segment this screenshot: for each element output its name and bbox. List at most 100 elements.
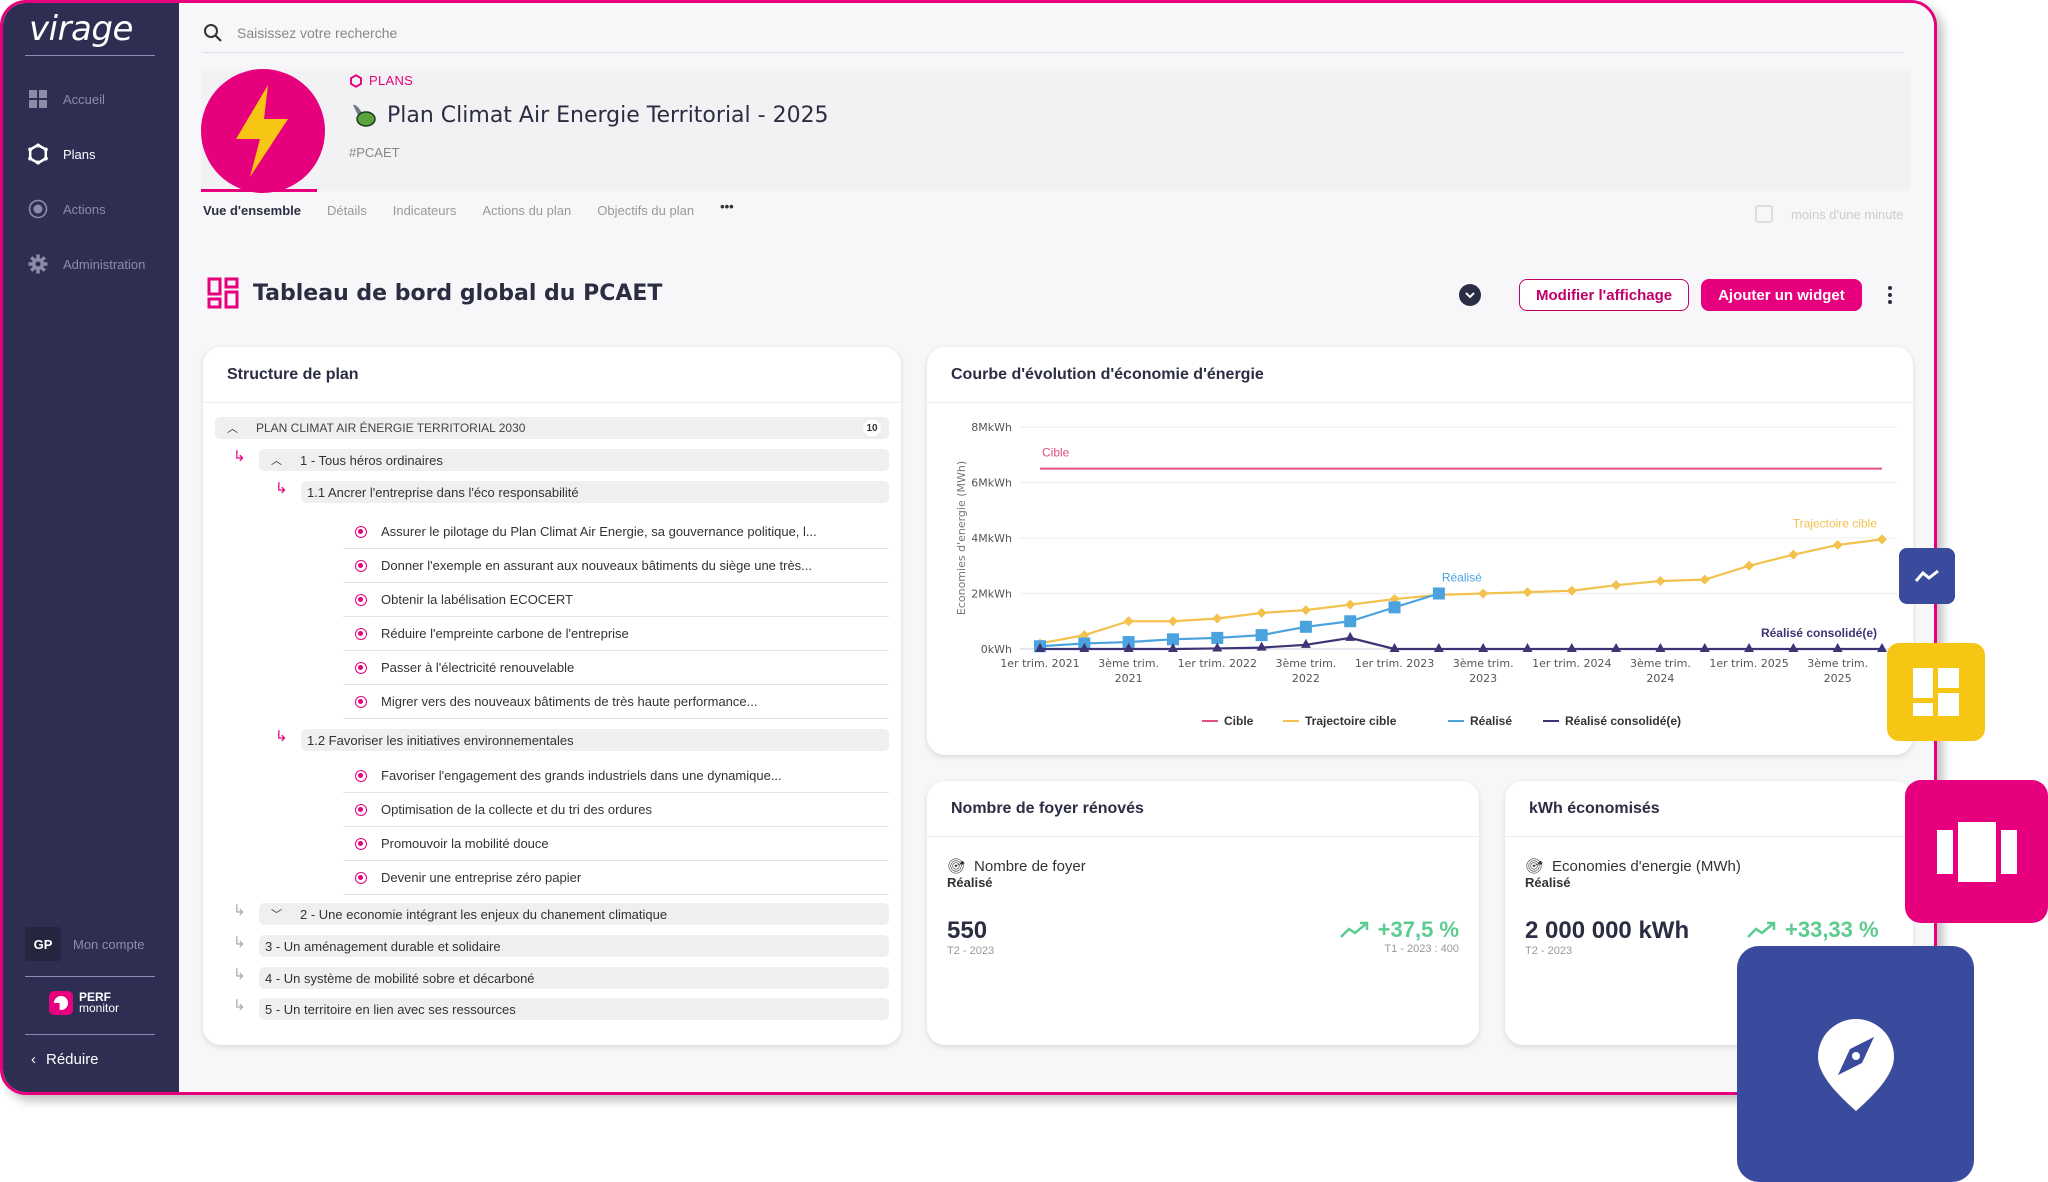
tree-action-row[interactable]: Obtenir la labélisation ECOCERT — [343, 583, 889, 617]
account-menu[interactable]: GP Mon compte — [25, 927, 145, 961]
tree-sub-label: 1.2 Favoriser les initiatives environnem… — [307, 732, 574, 748]
sub-arrow-icon: ↳ — [275, 728, 288, 745]
tab-objectifs-du-plan[interactable]: Objectifs du plan — [597, 203, 694, 218]
lightning-icon — [236, 85, 288, 177]
y-tick-label: 8MkWh — [971, 421, 1012, 434]
collapse-button[interactable] — [1459, 284, 1481, 306]
tree-sub-label: 1.1 Ancrer l'entreprise dans l'éco respo… — [307, 484, 579, 500]
save-icon — [1755, 205, 1773, 223]
more-options-icon[interactable] — [1887, 286, 1894, 304]
tree-axis-label: 5 - Un territoire en lien avec ses resso… — [265, 1001, 516, 1017]
chevron-up-icon[interactable]: ︿ — [227, 420, 238, 436]
data-point — [1611, 580, 1622, 591]
collapse-sidebar-button[interactable]: ‹ Réduire — [31, 1051, 99, 1068]
sub-arrow-icon: ↳ — [233, 448, 246, 465]
plans-icon — [350, 73, 362, 88]
x-tick-label: 1er trim. 2022 — [1178, 657, 1257, 670]
sidebar-item-actions[interactable]: Actions — [27, 195, 106, 223]
kpi-delta-value: +33,33 % — [1785, 917, 1879, 942]
action-icon — [355, 661, 367, 674]
data-point — [1255, 629, 1268, 642]
tree-axis-row[interactable]: 4 - Un système de mobilité sobre et déca… — [259, 967, 889, 989]
data-point — [1832, 643, 1843, 652]
perf-monitor-logo[interactable]: PERF monitor — [49, 991, 119, 1015]
kpi-value: 550 — [947, 917, 988, 944]
sub-arrow-icon: ↳ — [233, 997, 246, 1014]
carousel-icon — [1936, 821, 2017, 882]
app-window: virage Accueil Plans Actions Administrat… — [0, 0, 1937, 1095]
tree-axis-row[interactable]: ︿ 1 - Tous héros ordinaires — [259, 449, 889, 471]
widget-title: Structure de plan — [203, 347, 901, 403]
tab-indicateurs[interactable]: Indicateurs — [393, 203, 457, 218]
kpi-delta: +37,5 % — [1339, 917, 1459, 943]
sub-arrow-icon: ↳ — [233, 966, 246, 983]
series-annotation: Réalisé — [1442, 571, 1482, 585]
tree-action-row[interactable]: Favoriser l'engagement des grands indust… — [343, 759, 889, 793]
tab-more-button[interactable]: ••• — [720, 199, 734, 218]
data-point — [1432, 587, 1445, 600]
action-label: Migrer vers des nouveaux bâtiments de tr… — [381, 694, 758, 709]
divider — [25, 1034, 155, 1035]
action-label: Obtenir la labélisation ECOCERT — [381, 592, 573, 607]
action-icon — [355, 803, 367, 816]
tree-action-row[interactable]: Optimisation de la collecte et du tri de… — [343, 793, 889, 827]
tab-details[interactable]: Détails — [327, 203, 367, 218]
edit-layout-button[interactable]: Modifier l'affichage — [1519, 279, 1690, 311]
tab-actions-du-plan[interactable]: Actions du plan — [482, 203, 571, 218]
line-chart-icon — [1914, 569, 1939, 582]
sub-arrow-icon: ↳ — [275, 480, 288, 497]
tree-action-row[interactable]: Réduire l'empreinte carbone de l'entrepr… — [343, 617, 889, 651]
search-input[interactable] — [237, 24, 837, 41]
tree-axis-row[interactable]: 5 - Un territoire en lien avec ses resso… — [259, 998, 889, 1020]
sidebar-item-plans[interactable]: Plans — [27, 140, 96, 168]
tree-sub-row[interactable]: 1.2 Favoriser les initiatives environnem… — [301, 729, 889, 751]
add-widget-button[interactable]: Ajouter un widget — [1701, 279, 1862, 311]
tab-vue-ensemble[interactable]: Vue d'ensemble — [203, 203, 301, 218]
action-label: Optimisation de la collecte et du tri de… — [381, 802, 652, 817]
data-point — [1211, 631, 1224, 644]
account-label: Mon compte — [73, 936, 145, 952]
tree-action-row[interactable]: Donner l'exemple en assurant aux nouveau… — [343, 549, 889, 583]
kpi-status: Réalisé — [1525, 875, 1571, 890]
data-point — [1344, 615, 1357, 628]
divider — [25, 976, 155, 977]
x-tick-label: 1er trim. 2021 — [1000, 657, 1079, 670]
data-point — [1877, 643, 1887, 652]
tree-root-row[interactable]: ︿ PLAN CLIMAT AIR ÉNERGIE TERRITORIAL 20… — [215, 417, 889, 439]
x-tick-label: 1er trim. 2023 — [1355, 657, 1434, 670]
data-point — [1566, 643, 1577, 652]
series-annotation: Cible — [1042, 446, 1070, 460]
chevron-down-icon[interactable]: ﹀ — [271, 906, 282, 922]
sidebar-item-administration[interactable]: Administration — [27, 250, 145, 278]
data-point — [1522, 643, 1533, 652]
kpi-indicator-label: Economies d'energie (MWh) — [1552, 857, 1741, 875]
tree-sub-row[interactable]: 1.1 Ancrer l'entreprise dans l'éco respo… — [301, 481, 889, 503]
main-content: PLANS Plan Climat Air Energie Territoria… — [179, 3, 1934, 1092]
dashboard-icon — [207, 277, 239, 309]
widget-title: Nombre de foyer rénovés — [927, 781, 1479, 837]
tree-action-row[interactable]: Passer à l'électricité renouvelable — [343, 651, 889, 685]
tree-axis-row[interactable]: 3 - Un aménagement durable et solidaire — [259, 935, 889, 957]
breadcrumb[interactable]: PLANS — [349, 73, 413, 88]
kpi-value: 2 000 000 kWh — [1525, 917, 1690, 944]
sidebar-item-accueil[interactable]: Accueil — [27, 85, 105, 113]
data-point — [1256, 607, 1267, 618]
save-status-text: moins d'une minute — [1791, 206, 1904, 222]
layout-tile — [1887, 643, 1985, 741]
tree-action-row[interactable]: Assurer le pilotage du Plan Climat Air E… — [343, 515, 889, 549]
data-point — [1433, 643, 1444, 652]
action-icon — [355, 593, 367, 606]
legend-label: Cible — [1224, 714, 1254, 728]
y-tick-label: 6MkWh — [971, 477, 1012, 490]
tree-action-row[interactable]: Devenir une entreprise zéro papier — [343, 861, 889, 895]
tree-axis-row[interactable]: ﹀ 2 - Une economie intégrant les enjeux … — [259, 903, 889, 925]
plan-header: PLANS Plan Climat Air Energie Territoria… — [201, 69, 1911, 193]
action-icon — [355, 525, 367, 538]
save-status: moins d'une minute — [1755, 205, 1903, 223]
data-point — [1478, 588, 1489, 599]
chevron-up-icon[interactable]: ︿ — [271, 452, 282, 468]
app-logo[interactable]: virage — [29, 9, 133, 49]
tree-action-row[interactable]: Migrer vers des nouveaux bâtiments de tr… — [343, 685, 889, 719]
series-annotation: Trajectoire cible — [1793, 516, 1878, 530]
tree-action-row[interactable]: Promouvoir la mobilité douce — [343, 827, 889, 861]
